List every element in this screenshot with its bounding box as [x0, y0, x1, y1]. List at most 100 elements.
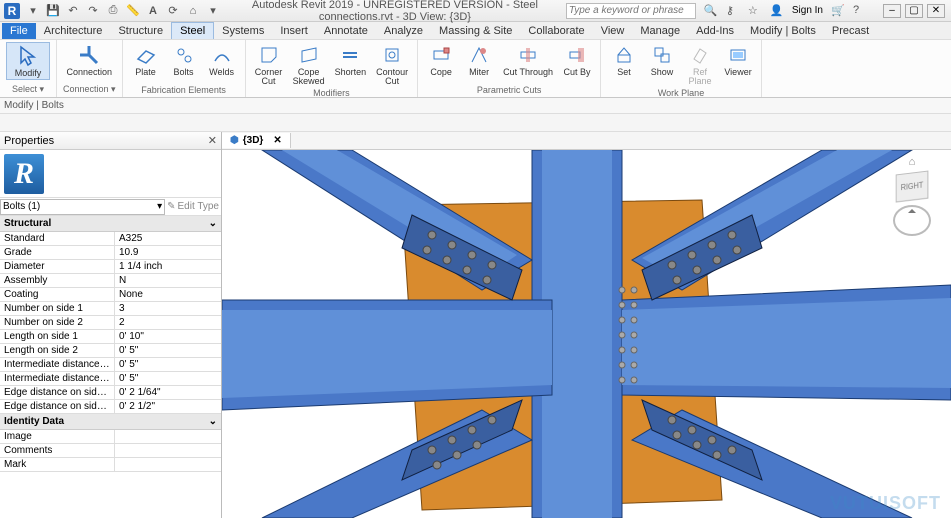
group-connection[interactable]: Connection ▾	[63, 84, 116, 95]
menu-tab-manage[interactable]: Manage	[632, 23, 688, 39]
menu-tab-collaborate[interactable]: Collaborate	[520, 23, 592, 39]
cope-button[interactable]: Cope	[424, 42, 458, 78]
3d-canvas[interactable]	[222, 150, 951, 518]
property-row[interactable]: Number on side 13	[0, 302, 221, 316]
section-structural[interactable]: Structural⌄	[0, 216, 221, 232]
maximize-button[interactable]: ▢	[905, 4, 923, 18]
property-row[interactable]: Grade10.9	[0, 246, 221, 260]
property-value[interactable]	[115, 458, 221, 471]
menu-tab-architecture[interactable]: Architecture	[36, 23, 111, 39]
minimize-button[interactable]: –	[883, 4, 901, 18]
search-input[interactable]	[566, 3, 696, 19]
property-row[interactable]: Number on side 22	[0, 316, 221, 330]
menu-tab-view[interactable]: View	[593, 23, 633, 39]
shorten-button[interactable]: Shorten	[332, 42, 370, 78]
property-value[interactable]: A325	[115, 232, 221, 245]
group-select[interactable]: Select ▾	[12, 84, 44, 95]
modify-button[interactable]: Modify	[6, 42, 50, 80]
miter-button[interactable]: Miter	[462, 42, 496, 78]
viewcube[interactable]: ⌂ RIGHT	[885, 156, 939, 236]
viewport[interactable]: ⬢ {3D} ✕	[222, 132, 951, 518]
redo-icon[interactable]: ↷	[86, 4, 100, 18]
property-row[interactable]: Length on side 10' 10"	[0, 330, 221, 344]
property-value[interactable]	[115, 430, 221, 443]
sync-icon[interactable]: ⟳	[166, 4, 180, 18]
star-icon[interactable]: ☆	[748, 4, 762, 18]
menu-file[interactable]: File	[2, 23, 36, 39]
property-value[interactable]: None	[115, 288, 221, 301]
property-row[interactable]: CoatingNone	[0, 288, 221, 302]
menu-tab-analyze[interactable]: Analyze	[376, 23, 431, 39]
menu-tab-annotate[interactable]: Annotate	[316, 23, 376, 39]
menu-tab-steel[interactable]: Steel	[171, 22, 214, 39]
property-value[interactable]: N	[115, 274, 221, 287]
cut-through-button[interactable]: Cut Through	[500, 42, 556, 78]
menu-tab-systems[interactable]: Systems	[214, 23, 272, 39]
property-value[interactable]: 1 1/4 inch	[115, 260, 221, 273]
help-icon[interactable]: ?	[853, 4, 867, 18]
connection-button[interactable]: Connection	[64, 42, 116, 78]
more-icon[interactable]: ▾	[206, 4, 220, 18]
app-logo-icon[interactable]: R	[4, 3, 20, 19]
key-icon[interactable]: ⚷	[726, 4, 740, 18]
binoculars-icon[interactable]: 🔍	[704, 4, 718, 18]
menu-tab-insert[interactable]: Insert	[272, 23, 316, 39]
property-row[interactable]: Edge distance on side 20' 2 1/2"	[0, 400, 221, 414]
viewcube-cube[interactable]: RIGHT	[896, 171, 929, 203]
property-row[interactable]: Comments	[0, 444, 221, 458]
signin-link[interactable]: Sign In	[792, 5, 823, 16]
property-row[interactable]: StandardA325	[0, 232, 221, 246]
property-row[interactable]: Image	[0, 430, 221, 444]
home-icon[interactable]: ⌂	[186, 4, 200, 18]
property-value[interactable]: 3	[115, 302, 221, 315]
bolts-button[interactable]: Bolts	[167, 42, 201, 78]
show-button[interactable]: Show	[645, 42, 679, 78]
welds-button[interactable]: Welds	[205, 42, 239, 78]
property-row[interactable]: Mark	[0, 458, 221, 472]
properties-close-icon[interactable]: ✕	[208, 134, 217, 147]
print-icon[interactable]: ⎙	[106, 4, 120, 18]
property-value[interactable]: 2	[115, 316, 221, 329]
measure-icon[interactable]: 📏	[126, 4, 140, 18]
property-value[interactable]: 0' 2 1/64"	[115, 386, 221, 399]
menu-tab-modify-bolts[interactable]: Modify | Bolts	[742, 23, 824, 39]
home-view-icon[interactable]: ⌂	[909, 156, 916, 168]
plate-button[interactable]: Plate	[129, 42, 163, 78]
menu-tab-massing-site[interactable]: Massing & Site	[431, 23, 520, 39]
contour-cut-button[interactable]: Contour Cut	[373, 42, 411, 88]
cope-skewed-button[interactable]: Cope Skewed	[290, 42, 328, 88]
property-row[interactable]: Intermediate distance o...0' 5"	[0, 358, 221, 372]
property-row[interactable]: Intermediate distance o...0' 5"	[0, 372, 221, 386]
undo-icon[interactable]: ↶	[66, 4, 80, 18]
menu-tab-structure[interactable]: Structure	[110, 23, 171, 39]
save-icon[interactable]: 💾	[46, 4, 60, 18]
cart-icon[interactable]: 🛒	[831, 4, 845, 18]
user-icon[interactable]: 👤	[770, 4, 784, 18]
cut-by-button[interactable]: Cut By	[560, 42, 594, 78]
property-value[interactable]: 0' 2 1/2"	[115, 400, 221, 413]
set-button[interactable]: Set	[607, 42, 641, 78]
text-icon[interactable]: A	[146, 4, 160, 18]
tab-close-icon[interactable]: ✕	[273, 135, 281, 146]
property-value[interactable]: 0' 5"	[115, 344, 221, 357]
property-value[interactable]	[115, 444, 221, 457]
close-button[interactable]: ✕	[927, 4, 945, 18]
edit-type-button[interactable]: ✎ Edit Type	[165, 201, 221, 212]
open-icon[interactable]: ▾	[26, 4, 40, 18]
menu-tab-precast[interactable]: Precast	[824, 23, 877, 39]
property-value[interactable]: 0' 5"	[115, 358, 221, 371]
property-value[interactable]: 0' 5"	[115, 372, 221, 385]
property-row[interactable]: Edge distance on side 10' 2 1/64"	[0, 386, 221, 400]
viewer-button[interactable]: Viewer	[721, 42, 755, 78]
property-row[interactable]: AssemblyN	[0, 274, 221, 288]
view-tab-3d[interactable]: ⬢ {3D} ✕	[222, 133, 291, 148]
property-row[interactable]: Length on side 20' 5"	[0, 344, 221, 358]
type-selector[interactable]: Bolts (1) ▾	[0, 199, 165, 215]
menu-tab-add-ins[interactable]: Add-Ins	[688, 23, 742, 39]
corner-cut-button[interactable]: Corner Cut	[252, 42, 286, 88]
property-value[interactable]: 10.9	[115, 246, 221, 259]
property-row[interactable]: Diameter1 1/4 inch	[0, 260, 221, 274]
property-value[interactable]: 0' 10"	[115, 330, 221, 343]
section-identity[interactable]: Identity Data⌄	[0, 414, 221, 430]
nav-compass[interactable]	[893, 205, 931, 236]
